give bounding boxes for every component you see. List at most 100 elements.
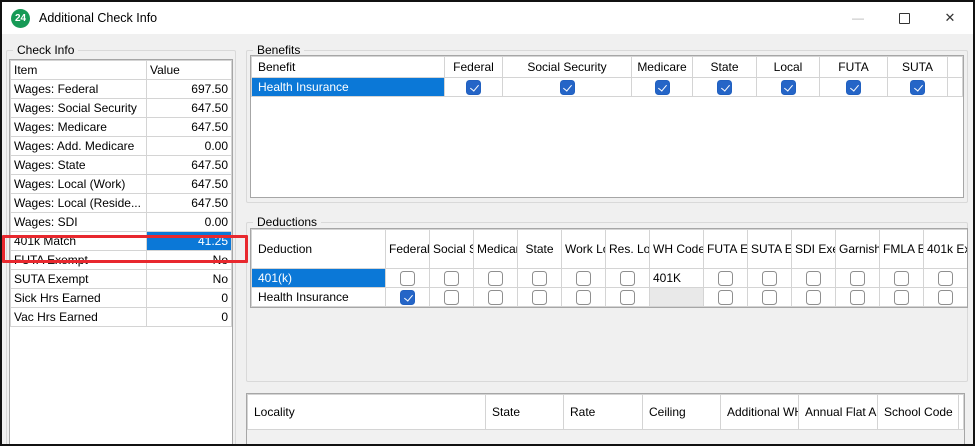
column-header: SUTA Exempt [747,229,792,269]
value-cell[interactable]: 0 [146,288,232,308]
column-header: 401k Exempt [923,229,967,269]
deduction-name-cell[interactable]: Health Insurance [251,287,386,307]
checkbox-cell[interactable] [692,77,757,97]
checkbox-unchecked-icon [806,289,821,305]
value-cell[interactable]: 647.50 [146,174,232,194]
checkbox-unchecked-icon [850,270,865,286]
item-cell[interactable]: Wages: Medicare [10,117,147,137]
checkbox-unchecked-icon [488,289,503,305]
deduction-name-cell[interactable]: 401(k) [251,268,386,288]
value-cell[interactable]: 647.50 [146,98,232,118]
checkbox-checked-icon [654,79,670,95]
column-header: SDI Exempt [791,229,836,269]
column-header: Medicare [473,229,518,269]
checkbox-cell[interactable] [473,268,518,288]
checkbox-cell[interactable] [879,287,924,307]
wh-code-cell[interactable]: 401K [649,268,704,288]
column-header: FUTA Exempt [703,229,748,269]
checkbox-cell[interactable] [791,287,836,307]
checkbox-cell[interactable] [879,268,924,288]
benefit-name-cell[interactable]: Health Insurance [251,77,445,97]
item-cell[interactable]: Wages: Add. Medicare [10,136,147,156]
checkbox-cell[interactable] [835,268,880,288]
value-cell[interactable]: 647.50 [146,155,232,175]
checkbox-unchecked-icon [400,270,415,286]
checkbox-unchecked-icon [488,270,503,286]
checkbox-cell[interactable] [703,287,748,307]
checkbox-cell[interactable] [473,287,518,307]
value-cell[interactable]: 41.25 [146,231,232,251]
close-icon: ✕ [944,10,956,25]
checkbox-cell[interactable] [385,287,430,307]
checkbox-cell[interactable] [385,268,430,288]
wh-code-cell[interactable] [649,287,704,307]
checkbox-cell[interactable] [756,77,820,97]
minimize-button[interactable]: — [835,2,881,34]
checkbox-cell[interactable] [923,287,967,307]
checkbox-cell[interactable] [835,287,880,307]
value-cell[interactable]: 0.00 [146,212,232,232]
item-cell[interactable]: Vac Hrs Earned [10,307,147,327]
item-cell[interactable]: FUTA Exempt [10,250,147,270]
table-row: Wages: Federal 697.50 [10,79,232,99]
checkbox-cell[interactable] [444,77,503,97]
value-cell[interactable]: 0 [146,307,232,327]
checkbox-unchecked-icon [938,270,953,286]
checkbox-cell[interactable] [923,268,967,288]
titlebar[interactable]: 24 Additional Check Info — ✕ [2,2,973,34]
value-cell[interactable]: 647.50 [146,193,232,213]
checkbox-cell[interactable] [605,287,650,307]
value-cell[interactable]: 0.00 [146,136,232,156]
checkbox-cell[interactable] [561,287,606,307]
checkbox-cell[interactable] [631,77,693,97]
column-header: Social Security [429,229,474,269]
app-icon-text: 24 [14,12,27,24]
table-row: 401(k) 401K [251,268,967,288]
item-cell[interactable]: Wages: Federal [10,79,147,99]
item-cell[interactable]: 401k Match [10,231,147,251]
item-cell[interactable]: SUTA Exempt [10,269,147,289]
column-header: State [517,229,562,269]
item-cell[interactable]: Wages: SDI [10,212,147,232]
checkbox-cell[interactable] [703,268,748,288]
header-row: Item Value [10,60,232,80]
item-cell[interactable]: Sick Hrs Earned [10,288,147,308]
item-cell[interactable]: Wages: Local (Reside... [10,193,147,213]
item-cell[interactable]: Wages: State [10,155,147,175]
table-row: Health Insurance [251,287,967,307]
checkbox-cell[interactable] [517,268,562,288]
item-cell[interactable]: Wages: Local (Work) [10,174,147,194]
locality-grid: Locality State Rate Ceiling Additional WH Ann… [246,393,965,444]
checkbox-cell[interactable] [429,268,474,288]
benefits-table: Benefit Federal Social Security Medicare Sta… [251,56,963,97]
column-header: Federal [385,229,430,269]
checkbox-cell[interactable] [429,287,474,307]
checkbox-cell[interactable] [747,268,792,288]
value-cell[interactable]: No [146,250,232,270]
benefits-grid: Benefit Federal Social Security Medicare Sta… [250,55,964,198]
table-row: Wages: Social Security 647.50 [10,98,232,118]
checkbox-checked-icon [846,79,861,95]
checkbox-cell[interactable] [747,287,792,307]
checkbox-unchecked-icon [894,289,909,305]
checkbox-unchecked-icon [532,289,547,305]
value-cell[interactable]: No [146,269,232,289]
header-row: Locality State Rate Ceiling Additional WH Ann… [247,394,964,430]
checkbox-unchecked-icon [894,270,909,286]
checkbox-unchecked-icon [938,289,953,305]
checkbox-cell[interactable] [517,287,562,307]
checkbox-cell[interactable] [887,77,948,97]
value-cell[interactable]: 647.50 [146,117,232,137]
checkbox-cell[interactable] [791,268,836,288]
close-button[interactable]: ✕ [927,2,973,34]
checkbox-cell[interactable] [605,268,650,288]
checkbox-cell[interactable] [561,268,606,288]
filler-cell [958,394,964,430]
checkbox-cell[interactable] [819,77,888,97]
maximize-button[interactable] [881,2,927,34]
checkbox-cell[interactable] [502,77,632,97]
column-header: Locality [247,394,486,430]
item-cell[interactable]: Wages: Social Security [10,98,147,118]
value-cell[interactable]: 697.50 [146,79,232,99]
table-row: Wages: Medicare 647.50 [10,117,232,137]
